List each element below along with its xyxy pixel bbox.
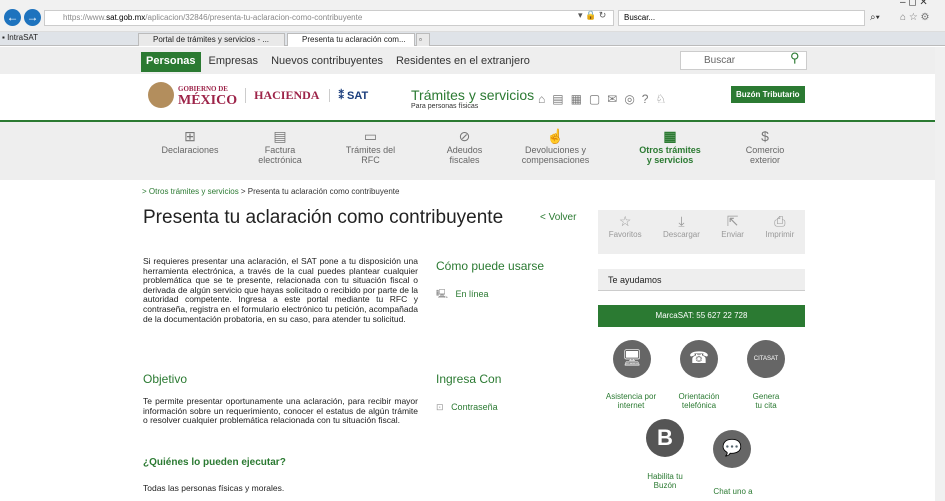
home-star-gear-icons[interactable]: ⌂ ☆ ⚙: [900, 12, 930, 23]
objetivo-heading: Objetivo: [143, 372, 188, 386]
nav-empresas[interactable]: Empresas: [204, 52, 264, 72]
imprimir-button[interactable]: ⎙ Imprimir: [765, 213, 794, 254]
comercio-exterior-icon: $: [761, 128, 769, 144]
nav-residentes[interactable]: Residentes en el extranjero: [391, 52, 535, 72]
te-ayudamos-heading: Te ayudamos: [598, 269, 805, 291]
tools-panel: ☆ Favoritos ⤓ Descargar ⇱ Enviar ⎙ Imprimir: [598, 210, 805, 254]
service-orientacion[interactable]: Orientación telefónica: [669, 392, 729, 410]
search-icon[interactable]: ⚲: [790, 50, 800, 66]
descargar-button[interactable]: ⤓ Descargar: [663, 213, 700, 254]
buzon-b-icon[interactable]: B: [646, 419, 684, 457]
declaraciones-icon: ⊞: [184, 128, 196, 144]
devoluciones-icon: ☝: [546, 128, 565, 144]
adeudos-icon: ⊘: [458, 128, 471, 144]
site-search-input[interactable]: Buscar: [680, 51, 807, 70]
lock-icon: ⊡: [436, 402, 444, 412]
nav-personas[interactable]: Personas: [141, 52, 201, 72]
star-icon: ☆: [618, 213, 632, 229]
ingresa-heading: Ingresa Con: [436, 372, 502, 386]
audience-bar: Personas Empresas Nuevos contribuyentes …: [0, 47, 935, 74]
forward-icon[interactable]: →: [24, 9, 41, 26]
mexico-seal-icon: [148, 82, 174, 108]
citasat-icon[interactable]: CITASAT: [747, 340, 785, 378]
enviar-button[interactable]: ⇱ Enviar: [721, 213, 744, 254]
service-buzon[interactable]: Habilita tu Buzón: [632, 472, 698, 490]
vertical-scrollbar[interactable]: [935, 47, 945, 501]
search-dropdown-icon[interactable]: ⌕▾: [870, 12, 880, 23]
quienes-heading: ¿Quiénes lo pueden ejecutar?: [143, 457, 286, 468]
service-chat[interactable]: Chat uno a: [700, 487, 766, 496]
tab-portal[interactable]: Portal de trámites y servicios - ...: [138, 33, 285, 46]
buzon-tributario-button[interactable]: Buzón Tributario: [731, 86, 805, 103]
rfc-card-icon: ▭: [363, 128, 378, 144]
back-icon[interactable]: ←: [4, 9, 21, 26]
cat-rfc[interactable]: ▭ Trámites del RFC: [333, 128, 408, 165]
phone-icon[interactable]: ☎: [680, 340, 718, 378]
internet-assist-icon[interactable]: 🖥: [613, 340, 651, 378]
new-tab-button[interactable]: ▫: [416, 33, 430, 46]
download-icon: ⤓: [678, 213, 685, 229]
cat-comercio[interactable]: $ Comercio exterior: [730, 128, 800, 165]
nav-nuevos[interactable]: Nuevos contribuyentes: [266, 52, 388, 72]
page-title: Presenta tu aclaración como contribuyent…: [143, 207, 504, 228]
logo-row: GOBIERNO DE MÉXICO HACIENDA ⁑ SAT: [148, 79, 368, 111]
print-icon: ⎙: [774, 213, 786, 229]
otros-tramites-icon: ▦: [663, 128, 677, 144]
window-controls[interactable]: – ◻ ✕: [900, 0, 928, 8]
cat-devoluciones[interactable]: ☝ Devoluciones y compensaciones: [513, 128, 598, 165]
factura-icon: ▤: [273, 128, 287, 144]
sat-logo[interactable]: ⁑ SAT: [329, 88, 368, 102]
contrasena-link[interactable]: ⊡ Contraseña: [436, 402, 498, 413]
gobierno-logo[interactable]: GOBIERNO DE MÉXICO: [178, 84, 237, 108]
cat-otros[interactable]: ▦ Otros trámites y servicios: [630, 128, 710, 165]
marcasat-phone[interactable]: MarcaSAT: 55 627 22 728: [598, 305, 805, 327]
tramites-heading: Trámites y servicios Para personas físic…: [411, 87, 535, 110]
favoritos-button[interactable]: ☆ Favoritos: [609, 213, 642, 254]
quienes-paragraph: Todas las personas físicas y morales.: [143, 483, 285, 493]
computer-icon: 🖳: [436, 289, 449, 299]
objetivo-paragraph: Te permite presentar oportunamente una a…: [143, 396, 418, 426]
header-shortcut-icons[interactable]: ⌂▤▦▢✉◎?♘: [538, 92, 673, 106]
tab-strip: ▪ IntraSAT Portal de trámites y servicio…: [0, 32, 945, 56]
browser-search-input[interactable]: Buscar...: [618, 10, 865, 26]
address-bar-icons[interactable]: ▾ 🔒 ↻: [578, 10, 606, 21]
cat-declaraciones[interactable]: ⊞ Declaraciones: [155, 128, 225, 155]
chat-icon[interactable]: 💬: [713, 430, 751, 468]
page-content: Personas Empresas Nuevos contribuyentes …: [0, 47, 935, 501]
como-heading: Cómo puede usarse: [436, 259, 545, 273]
category-bar: ⊞ Declaraciones ▤ Factura electrónica ▭ Trám…: [0, 120, 935, 180]
volver-link[interactable]: < Volver: [540, 212, 576, 223]
favorites-bar-item[interactable]: ▪ IntraSAT: [2, 33, 38, 42]
service-cita[interactable]: Genera tu cita: [736, 392, 796, 410]
service-asistencia[interactable]: Asistencia por internet: [598, 392, 664, 410]
send-icon: ⇱: [726, 213, 739, 229]
breadcrumb: > Otros trámites y servicios > Presenta …: [142, 187, 400, 196]
cat-adeudos[interactable]: ⊘ Adeudos fiscales: [432, 128, 497, 165]
intro-paragraph: Si requieres presentar una aclaración, e…: [143, 256, 418, 324]
en-linea-link[interactable]: 🖳 En línea: [436, 287, 489, 303]
hacienda-logo[interactable]: HACIENDA: [245, 87, 319, 103]
breadcrumb-link[interactable]: > Otros trámites y servicios: [142, 187, 239, 196]
browser-toolbar: ← → https://www.sat.gob.mx/aplicacion/32…: [0, 0, 945, 32]
cat-factura[interactable]: ▤ Factura electrónica: [250, 128, 310, 165]
address-bar[interactable]: https://www.sat.gob.mx/aplicacion/32846/…: [44, 10, 614, 26]
tab-presenta[interactable]: Presenta tu aclaración com... ✕: [287, 33, 415, 56]
